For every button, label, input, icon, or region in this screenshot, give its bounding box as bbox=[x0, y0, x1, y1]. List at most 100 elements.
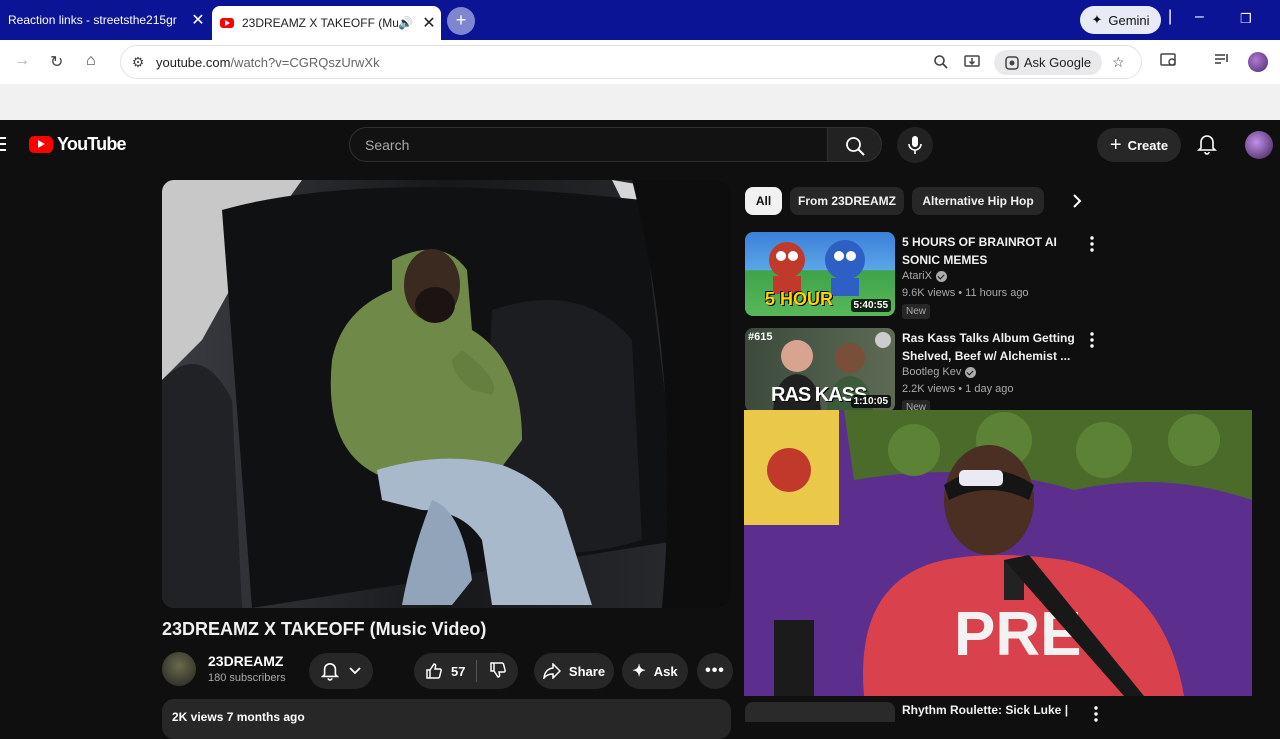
tab-title: Reaction links - streetsthe215gr bbox=[8, 13, 177, 27]
youtube-masthead: YouTube + Create bbox=[0, 120, 1280, 168]
more-vertical-icon[interactable] bbox=[1094, 706, 1098, 727]
voice-search-button[interactable] bbox=[897, 127, 933, 163]
forward-icon[interactable]: → bbox=[14, 52, 30, 70]
reload-icon[interactable]: ↻ bbox=[50, 52, 63, 72]
channel-name: AtariX bbox=[902, 270, 932, 282]
recommendation-item[interactable]: #615 RAS KASS 1:10:05 Ras Kass Talks Alb… bbox=[745, 328, 1105, 415]
user-avatar[interactable] bbox=[1245, 131, 1273, 159]
recommendation-item[interactable]: Rhythm Roulette: Sick Luke | bbox=[745, 702, 1105, 722]
search-button[interactable] bbox=[827, 127, 882, 162]
bell-icon bbox=[321, 663, 339, 681]
chip-all[interactable]: All bbox=[745, 187, 782, 215]
recommendation-meta: 2.2K views • 1 day ago bbox=[902, 383, 1014, 395]
share-button[interactable]: Share bbox=[534, 653, 614, 689]
search-icon bbox=[846, 137, 865, 156]
zoom-icon[interactable] bbox=[933, 54, 949, 73]
ask-google-label: Ask Google bbox=[1023, 55, 1092, 70]
verified-check-icon bbox=[935, 270, 947, 282]
tab-close-icon[interactable]: ✕ bbox=[417, 13, 441, 33]
chip-alternative-hip-hop[interactable]: Alternative Hip Hop bbox=[912, 187, 1044, 215]
channel-name: Bootleg Kev bbox=[902, 366, 962, 378]
tab-search-icon[interactable] bbox=[1160, 52, 1178, 72]
browser-toolbar: → ↻ ⌂ ⚙ youtube.com/watch?v=CGRQszUrwXk … bbox=[0, 40, 1280, 84]
youtube-wordmark: YouTube bbox=[57, 134, 127, 154]
menu-icon[interactable] bbox=[0, 137, 6, 155]
recommendation-title[interactable]: 5 HOURS OF BRAINROT AI SONIC MEMES bbox=[902, 233, 1082, 269]
ask-button[interactable]: ✦ Ask bbox=[622, 653, 688, 689]
recommendation-channel[interactable]: AtariX bbox=[902, 270, 947, 282]
chevron-right-icon[interactable] bbox=[1071, 193, 1083, 214]
create-label: Create bbox=[1127, 137, 1169, 153]
subscriber-count: 180 subscribers bbox=[208, 672, 286, 684]
recommendation-title[interactable]: Rhythm Roulette: Sick Luke | bbox=[902, 703, 1068, 717]
plus-icon: + bbox=[1109, 134, 1122, 156]
views-and-date: 2K views 7 months ago bbox=[172, 710, 305, 724]
webcam-overlay: PRE bbox=[744, 410, 1252, 696]
gemini-sparkle-icon: ✦ bbox=[1091, 12, 1103, 27]
home-icon[interactable]: ⌂ bbox=[86, 52, 96, 70]
video-owner-row: 23DREAMZ 180 subscribers 57 Share ✦ Ask … bbox=[162, 650, 733, 690]
video-frame bbox=[162, 180, 731, 608]
tabstrip-divider: | bbox=[1168, 8, 1173, 25]
youtube-logo[interactable]: YouTube bbox=[29, 134, 127, 155]
browser-tab-youtube[interactable]: 23DREAMZ X TAKEOFF (Mu 🔊 ✕ bbox=[212, 6, 441, 40]
tab-close-icon[interactable]: ✕ bbox=[186, 10, 210, 30]
chip-from-channel[interactable]: From 23DREAMZ bbox=[790, 187, 904, 215]
like-count: 57 bbox=[451, 663, 466, 679]
lens-icon bbox=[1005, 55, 1019, 70]
recommendation-meta: 9.6K views • 11 hours ago bbox=[902, 287, 1029, 299]
video-thumbnail[interactable] bbox=[745, 702, 895, 722]
recommendation-channel[interactable]: Bootleg Kev bbox=[902, 366, 977, 378]
new-badge: New bbox=[902, 304, 931, 319]
dislike-button[interactable] bbox=[477, 661, 507, 682]
video-player[interactable] bbox=[162, 180, 731, 608]
browser-tabstrip: Reaction links - streetsthe215gr ✕ 23DRE… bbox=[0, 0, 1280, 40]
thumbs-down-icon bbox=[490, 661, 506, 678]
create-button[interactable]: + Create bbox=[1097, 128, 1181, 162]
minimize-icon[interactable]: – bbox=[1195, 8, 1204, 26]
tab-title: 23DREAMZ X TAKEOFF (Mu bbox=[242, 16, 399, 30]
reading-list-icon[interactable] bbox=[1214, 52, 1230, 70]
ask-label: Ask bbox=[653, 663, 678, 679]
bookmark-star-icon[interactable]: ☆ bbox=[1112, 54, 1125, 71]
search-input[interactable] bbox=[350, 128, 827, 161]
like-button[interactable]: 57 bbox=[414, 662, 476, 680]
site-info-icon[interactable]: ⚙ bbox=[129, 54, 147, 72]
video-thumbnail[interactable]: 5 HOUR 5:40:55 bbox=[745, 232, 895, 316]
address-bar[interactable]: ⚙ youtube.com/watch?v=CGRQszUrwXk Ask Go… bbox=[120, 45, 1142, 79]
share-arrow-icon bbox=[543, 663, 561, 679]
video-title: 23DREAMZ X TAKEOFF (Music Video) bbox=[162, 619, 487, 639]
subscription-bell-button[interactable] bbox=[309, 653, 373, 689]
restore-window-icon[interactable]: ❐ bbox=[1240, 11, 1252, 27]
verified-check-icon bbox=[965, 366, 977, 378]
chevron-down-icon bbox=[349, 667, 361, 675]
gemini-button[interactable]: ✦ Gemini bbox=[1080, 6, 1161, 34]
audio-playing-icon[interactable]: 🔊 bbox=[398, 16, 413, 30]
channel-avatar[interactable] bbox=[162, 652, 196, 686]
url-text[interactable]: youtube.com/watch?v=CGRQszUrwXk bbox=[156, 55, 380, 70]
youtube-favicon-icon bbox=[220, 18, 234, 28]
thumbnail-tag: #615 bbox=[748, 331, 773, 343]
search-field[interactable] bbox=[349, 127, 828, 162]
recommendation-item[interactable]: 5 HOUR 5:40:55 5 HOURS OF BRAINROT AI SO… bbox=[745, 232, 1105, 319]
channel-name[interactable]: 23DREAMZ bbox=[208, 653, 283, 669]
description-box[interactable]: 2K views 7 months ago bbox=[162, 699, 731, 739]
recommendation-title[interactable]: Ras Kass Talks Album Getting Shelved, Be… bbox=[902, 329, 1082, 365]
more-vertical-icon[interactable] bbox=[1090, 236, 1094, 257]
share-label: Share bbox=[568, 663, 606, 679]
more-vertical-icon[interactable] bbox=[1090, 332, 1094, 353]
new-tab-button[interactable]: + bbox=[447, 7, 475, 35]
thumbs-up-icon bbox=[426, 663, 442, 679]
ask-google-button[interactable]: Ask Google bbox=[994, 50, 1102, 75]
install-app-icon[interactable] bbox=[964, 54, 981, 73]
more-actions-button[interactable]: ••• bbox=[697, 653, 733, 689]
notifications-bell-icon[interactable] bbox=[1197, 133, 1217, 160]
sparkle-icon: ✦ bbox=[632, 663, 646, 680]
more-horizontal-icon: ••• bbox=[705, 662, 725, 679]
url-host: youtube.com bbox=[156, 55, 231, 70]
youtube-play-icon bbox=[29, 136, 53, 153]
browser-infobar bbox=[0, 84, 1280, 120]
browser-tab-reaction-links[interactable]: Reaction links - streetsthe215gr ✕ bbox=[0, 0, 210, 40]
browser-profile-avatar[interactable] bbox=[1248, 52, 1268, 72]
video-thumbnail[interactable]: #615 RAS KASS 1:10:05 bbox=[745, 328, 895, 412]
